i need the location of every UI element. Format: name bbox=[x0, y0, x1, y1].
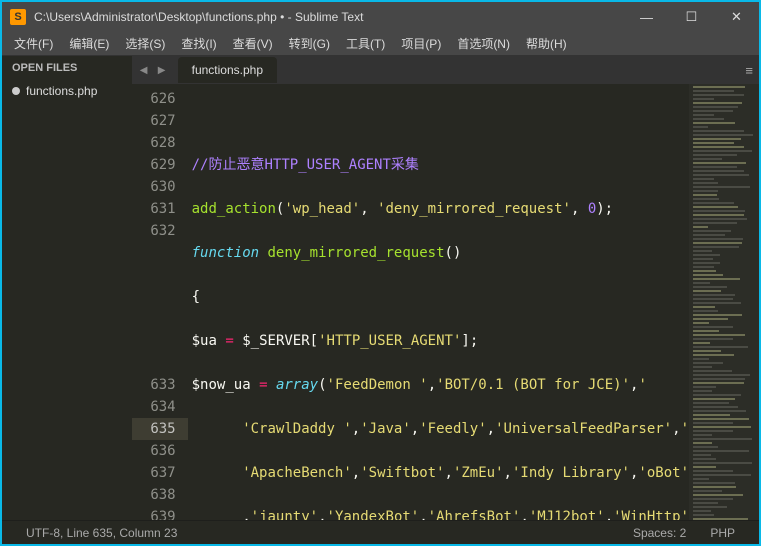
sidebar: OPEN FILES functions.php bbox=[2, 56, 132, 520]
menubar: 文件(F) 编辑(E) 选择(S) 查找(I) 查看(V) 转到(G) 工具(T… bbox=[2, 32, 759, 56]
status-lang[interactable]: PHP bbox=[698, 526, 747, 540]
dirty-dot-icon bbox=[12, 87, 20, 95]
code-editor[interactable]: 626627628629 630631632 633634635636 6376… bbox=[132, 84, 759, 520]
tabbar: ◀ ▶ functions.php ≡ bbox=[132, 56, 759, 84]
minimap[interactable] bbox=[689, 84, 759, 520]
close-button[interactable]: ✕ bbox=[714, 2, 759, 32]
menu-find[interactable]: 查找(I) bbox=[173, 32, 224, 55]
menu-select[interactable]: 选择(S) bbox=[117, 32, 173, 55]
code-text[interactable]: //防止恶意HTTP_USER_AGENT采集 add_action('wp_h… bbox=[188, 84, 689, 520]
menu-project[interactable]: 项目(P) bbox=[393, 32, 449, 55]
tab-nav: ◀ ▶ bbox=[132, 62, 174, 78]
sidebar-file-item[interactable]: functions.php bbox=[2, 80, 132, 102]
menu-help[interactable]: 帮助(H) bbox=[518, 32, 575, 55]
menu-tools[interactable]: 工具(T) bbox=[338, 32, 393, 55]
menu-file[interactable]: 文件(F) bbox=[6, 32, 61, 55]
titlebar: S C:\Users\Administrator\Desktop\functio… bbox=[2, 2, 759, 32]
app-logo-icon: S bbox=[10, 9, 26, 25]
tab-menu-icon[interactable]: ≡ bbox=[745, 63, 753, 78]
menu-edit[interactable]: 编辑(E) bbox=[61, 32, 117, 55]
window-title: C:\Users\Administrator\Desktop\functions… bbox=[34, 10, 624, 24]
maximize-button[interactable]: ☐ bbox=[669, 2, 714, 32]
minimize-button[interactable]: — bbox=[624, 2, 669, 32]
status-encoding[interactable]: UTF-8, Line 635, Column 23 bbox=[14, 526, 189, 540]
menu-goto[interactable]: 转到(G) bbox=[281, 32, 338, 55]
nav-back-icon[interactable]: ◀ bbox=[136, 62, 152, 78]
sidebar-file-label: functions.php bbox=[26, 84, 97, 98]
menu-prefs[interactable]: 首选项(N) bbox=[449, 32, 518, 55]
nav-forward-icon[interactable]: ▶ bbox=[154, 62, 170, 78]
open-files-header: OPEN FILES bbox=[2, 56, 132, 80]
menu-view[interactable]: 查看(V) bbox=[225, 32, 281, 55]
gutter: 626627628629 630631632 633634635636 6376… bbox=[132, 84, 188, 520]
main-area: OPEN FILES functions.php ◀ ▶ functions.p… bbox=[2, 56, 759, 520]
statusbar: UTF-8, Line 635, Column 23 Spaces: 2 PHP bbox=[2, 520, 759, 544]
app-window: S C:\Users\Administrator\Desktop\functio… bbox=[0, 0, 761, 546]
tab-functions[interactable]: functions.php bbox=[178, 57, 277, 83]
editor-area: ◀ ▶ functions.php ≡ 626627628629 6306316… bbox=[132, 56, 759, 520]
status-spaces[interactable]: Spaces: 2 bbox=[621, 526, 698, 540]
